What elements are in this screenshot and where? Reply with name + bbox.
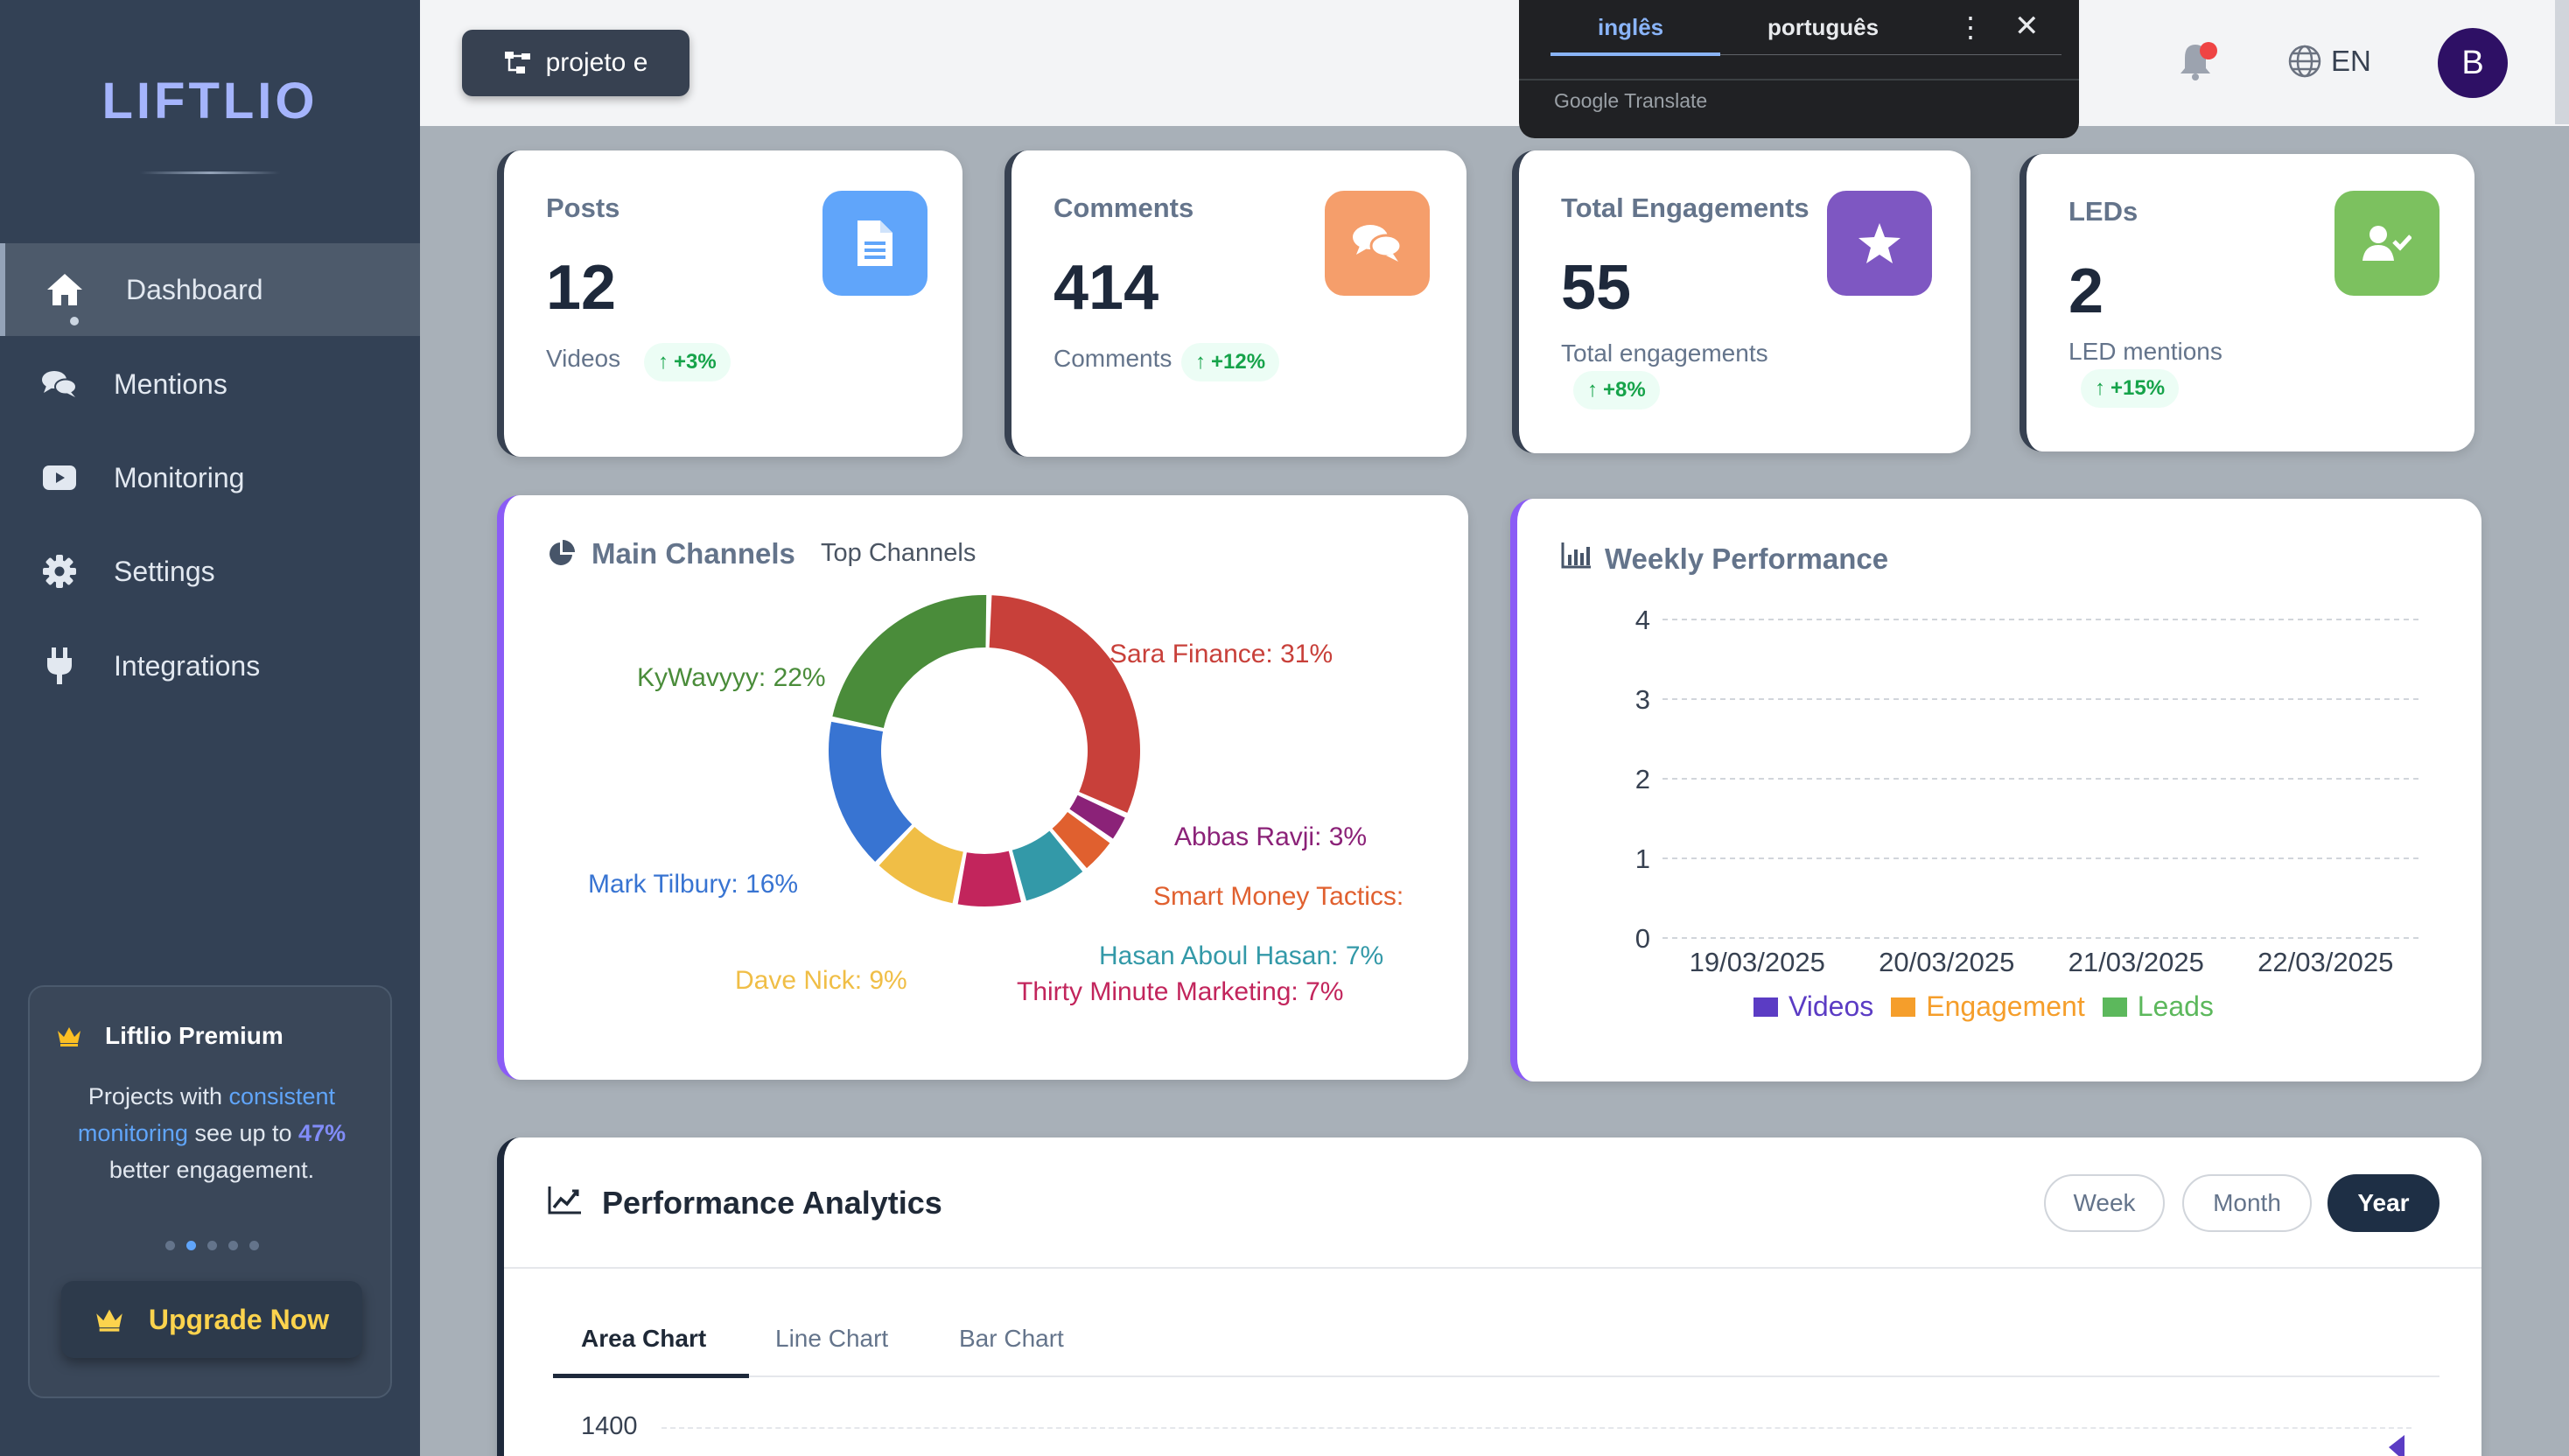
legend-swatch — [1891, 997, 1916, 1017]
x-axis-tick-label: 20/03/2025 — [1879, 947, 2014, 977]
gridline — [662, 1427, 2412, 1429]
legend-swatch — [2102, 997, 2127, 1017]
line-chart-icon — [548, 1186, 581, 1214]
range-week-button[interactable]: Week — [2044, 1174, 2165, 1232]
legend-item[interactable]: Leads — [2102, 990, 2214, 1023]
y-axis-tick-label: 1400 — [581, 1412, 638, 1440]
tab-area-chart[interactable]: Area Chart — [581, 1325, 706, 1353]
y-axis-tick-label: 3 — [1635, 684, 1650, 715]
y-axis-tick-label: 1 — [1635, 844, 1650, 874]
area-series-edge — [2389, 1435, 2404, 1456]
legend-swatch — [1754, 997, 1778, 1017]
tab-bar-chart[interactable]: Bar Chart — [959, 1325, 1064, 1353]
legend-label: Engagement — [1926, 990, 2085, 1022]
x-axis-tick-label: 22/03/2025 — [2258, 947, 2393, 977]
tab-line-chart[interactable]: Line Chart — [775, 1325, 888, 1353]
analytics-divider — [504, 1267, 2482, 1269]
range-year-button[interactable]: Year — [2328, 1174, 2440, 1232]
legend-label: Videos — [1788, 990, 1874, 1022]
legend-label: Leads — [2137, 990, 2214, 1022]
analytics-title: Performance Analytics — [602, 1185, 942, 1221]
x-axis-tick-label: 19/03/2025 — [1690, 947, 1825, 977]
legend-item[interactable]: Videos — [1754, 990, 1873, 1023]
y-axis-tick-label: 0 — [1635, 923, 1650, 954]
y-axis-tick-label: 4 — [1635, 605, 1650, 635]
active-tab-underline — [553, 1374, 749, 1378]
weekly-legend: Videos Engagement Leads — [1754, 990, 2214, 1023]
legend-item[interactable]: Engagement — [1891, 990, 2085, 1023]
range-month-button[interactable]: Month — [2182, 1174, 2312, 1232]
x-axis-tick-label: 21/03/2025 — [2068, 947, 2204, 977]
y-axis-tick-label: 2 — [1635, 764, 1650, 794]
chart-tabs-divider — [553, 1376, 2440, 1377]
performance-analytics-card: Performance Analytics 1400 — [497, 1138, 2482, 1456]
